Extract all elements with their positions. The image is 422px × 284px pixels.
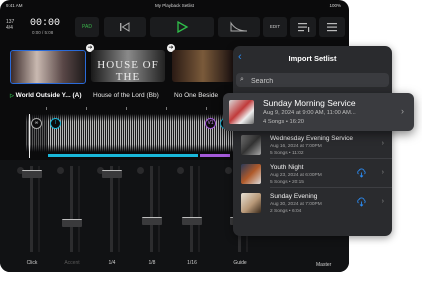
menu-button[interactable] bbox=[319, 17, 345, 37]
ramp-icon bbox=[230, 21, 248, 32]
channel-strip-eighth: 1/8 bbox=[134, 160, 170, 272]
chevron-right-icon: › bbox=[381, 198, 384, 205]
setlist-row[interactable]: Sunday Evening Aug 30, 2024 at 7:00PM 2 … bbox=[233, 188, 392, 217]
setlist-meta: 5 Songs • 20:15 bbox=[270, 180, 304, 185]
song-title-3[interactable]: No One Beside bbox=[174, 92, 218, 99]
song-artwork-1[interactable] bbox=[10, 50, 86, 84]
setlist-row-highlighted[interactable]: Sunday Morning Service Aug 9, 2024 at 9:… bbox=[223, 93, 414, 131]
setlist-date: Aug 16, 2024 at 7:00PM bbox=[270, 144, 322, 149]
song-artwork-2[interactable]: HOUSE OF THE bbox=[91, 50, 165, 82]
channel-label: 1/16 bbox=[187, 260, 197, 266]
setlist-meta: 2 Songs • 6:04 bbox=[270, 209, 302, 214]
panel-title: Import Setlist bbox=[288, 54, 337, 63]
section-marker[interactable]: I bbox=[50, 118, 61, 129]
channel-strip-sixteenth: 1/16 bbox=[174, 160, 210, 272]
chevron-right-icon: › bbox=[381, 169, 384, 176]
channel-label: 1/4 bbox=[108, 260, 116, 266]
master-label: Master bbox=[316, 262, 332, 268]
fader-handle[interactable] bbox=[62, 219, 82, 228]
transport-bar: 137 4/4 00:00 0:00 / 5:08 PAD EDIT bbox=[0, 12, 349, 40]
setlist-name: Youth Night bbox=[270, 164, 304, 171]
setlist-button[interactable] bbox=[290, 17, 316, 37]
fader-handle[interactable] bbox=[102, 169, 122, 178]
section-bar-intro bbox=[48, 154, 198, 157]
setlist-date: Aug 23, 2024 at 6:00PM bbox=[270, 173, 322, 178]
setlist-artwork bbox=[229, 100, 254, 124]
channel-label: Guide bbox=[233, 260, 247, 266]
setlist-artwork bbox=[241, 193, 261, 213]
setlist-meta: 5 Songs • 11:02 bbox=[270, 151, 304, 156]
tempo-display[interactable]: 137 4/4 bbox=[6, 19, 14, 31]
fader-handle[interactable] bbox=[182, 216, 202, 225]
channel-strip-accent: Accent bbox=[54, 160, 90, 272]
hamburger-icon bbox=[327, 23, 337, 32]
setlist-name: Sunday Evening bbox=[270, 193, 318, 200]
setlist-meta: 4 Songs • 16:20 bbox=[263, 119, 305, 125]
loop-marker-icon[interactable]: ∞ bbox=[31, 118, 42, 129]
play-small-icon: ▷ bbox=[10, 93, 14, 99]
time-signature: 4/4 bbox=[6, 25, 13, 31]
setlist-artwork bbox=[241, 135, 261, 155]
import-setlist-popover: ‹ Import Setlist ⌕ Wednesday Evening Ser… bbox=[233, 46, 392, 236]
search-field[interactable]: ⌕ bbox=[236, 73, 389, 88]
song-artwork-3[interactable] bbox=[172, 50, 234, 82]
channel-label: Accent bbox=[64, 260, 80, 266]
channel-label: 1/8 bbox=[148, 260, 156, 266]
pan-knob[interactable] bbox=[177, 167, 184, 174]
section-marker[interactable]: V1 bbox=[205, 118, 216, 129]
pan-knob[interactable] bbox=[57, 167, 64, 174]
setlist-name: Sunday Morning Service bbox=[263, 98, 356, 108]
section-bar-verse bbox=[200, 154, 230, 157]
cloud-download-icon[interactable] bbox=[356, 168, 367, 178]
list-icon bbox=[298, 23, 310, 32]
setlist-date: Aug 30, 2024 at 7:00PM bbox=[270, 202, 322, 207]
fader-handle[interactable] bbox=[142, 216, 162, 225]
pad-button[interactable]: PAD bbox=[75, 17, 99, 37]
setlist-row[interactable]: Youth Night Aug 23, 2024 at 6:00PM 5 Son… bbox=[233, 159, 392, 188]
fade-button[interactable] bbox=[218, 17, 260, 37]
edit-button[interactable]: EDIT bbox=[263, 17, 287, 37]
cloud-download-icon[interactable] bbox=[356, 197, 367, 207]
artwork-title-text: HOUSE OF THE bbox=[97, 59, 159, 82]
setlist-date: Aug 9, 2024 at 9:00 AM, 11:00 AM... bbox=[263, 110, 356, 116]
song-title-1[interactable]: ▷ World Outside Y... (A) bbox=[10, 92, 82, 99]
previous-button[interactable] bbox=[104, 17, 146, 37]
setlist-artwork bbox=[241, 164, 261, 184]
chevron-right-icon: › bbox=[381, 140, 384, 147]
pan-knob[interactable] bbox=[137, 167, 144, 174]
search-input[interactable] bbox=[249, 74, 383, 88]
channel-strip-click: Click bbox=[14, 160, 50, 272]
play-icon bbox=[177, 20, 189, 34]
pan-knob[interactable] bbox=[225, 167, 232, 174]
clock-position: 0:00 / 5:08 bbox=[32, 30, 54, 35]
skip-back-icon bbox=[120, 22, 130, 32]
channel-label: Click bbox=[26, 260, 38, 266]
status-bar: 9:41 AM My Playback Setlist 100% bbox=[0, 0, 349, 12]
battery-level: 100% bbox=[329, 3, 341, 8]
setlist-row[interactable]: Wednesday Evening Service Aug 16, 2024 a… bbox=[233, 130, 392, 159]
song-title-2[interactable]: House of the Lord (Bb) bbox=[93, 92, 159, 99]
search-icon: ⌕ bbox=[240, 76, 244, 83]
fader-handle[interactable] bbox=[22, 169, 42, 178]
channel-strip-quarter: 1/4 bbox=[94, 160, 130, 272]
clock-display: 00:00 bbox=[30, 18, 61, 29]
window-title: My Playback Setlist bbox=[154, 3, 194, 8]
playhead[interactable] bbox=[29, 114, 30, 158]
setlist-name: Wednesday Evening Service bbox=[270, 135, 353, 142]
play-button[interactable] bbox=[150, 17, 214, 37]
chevron-right-icon: › bbox=[401, 106, 404, 116]
